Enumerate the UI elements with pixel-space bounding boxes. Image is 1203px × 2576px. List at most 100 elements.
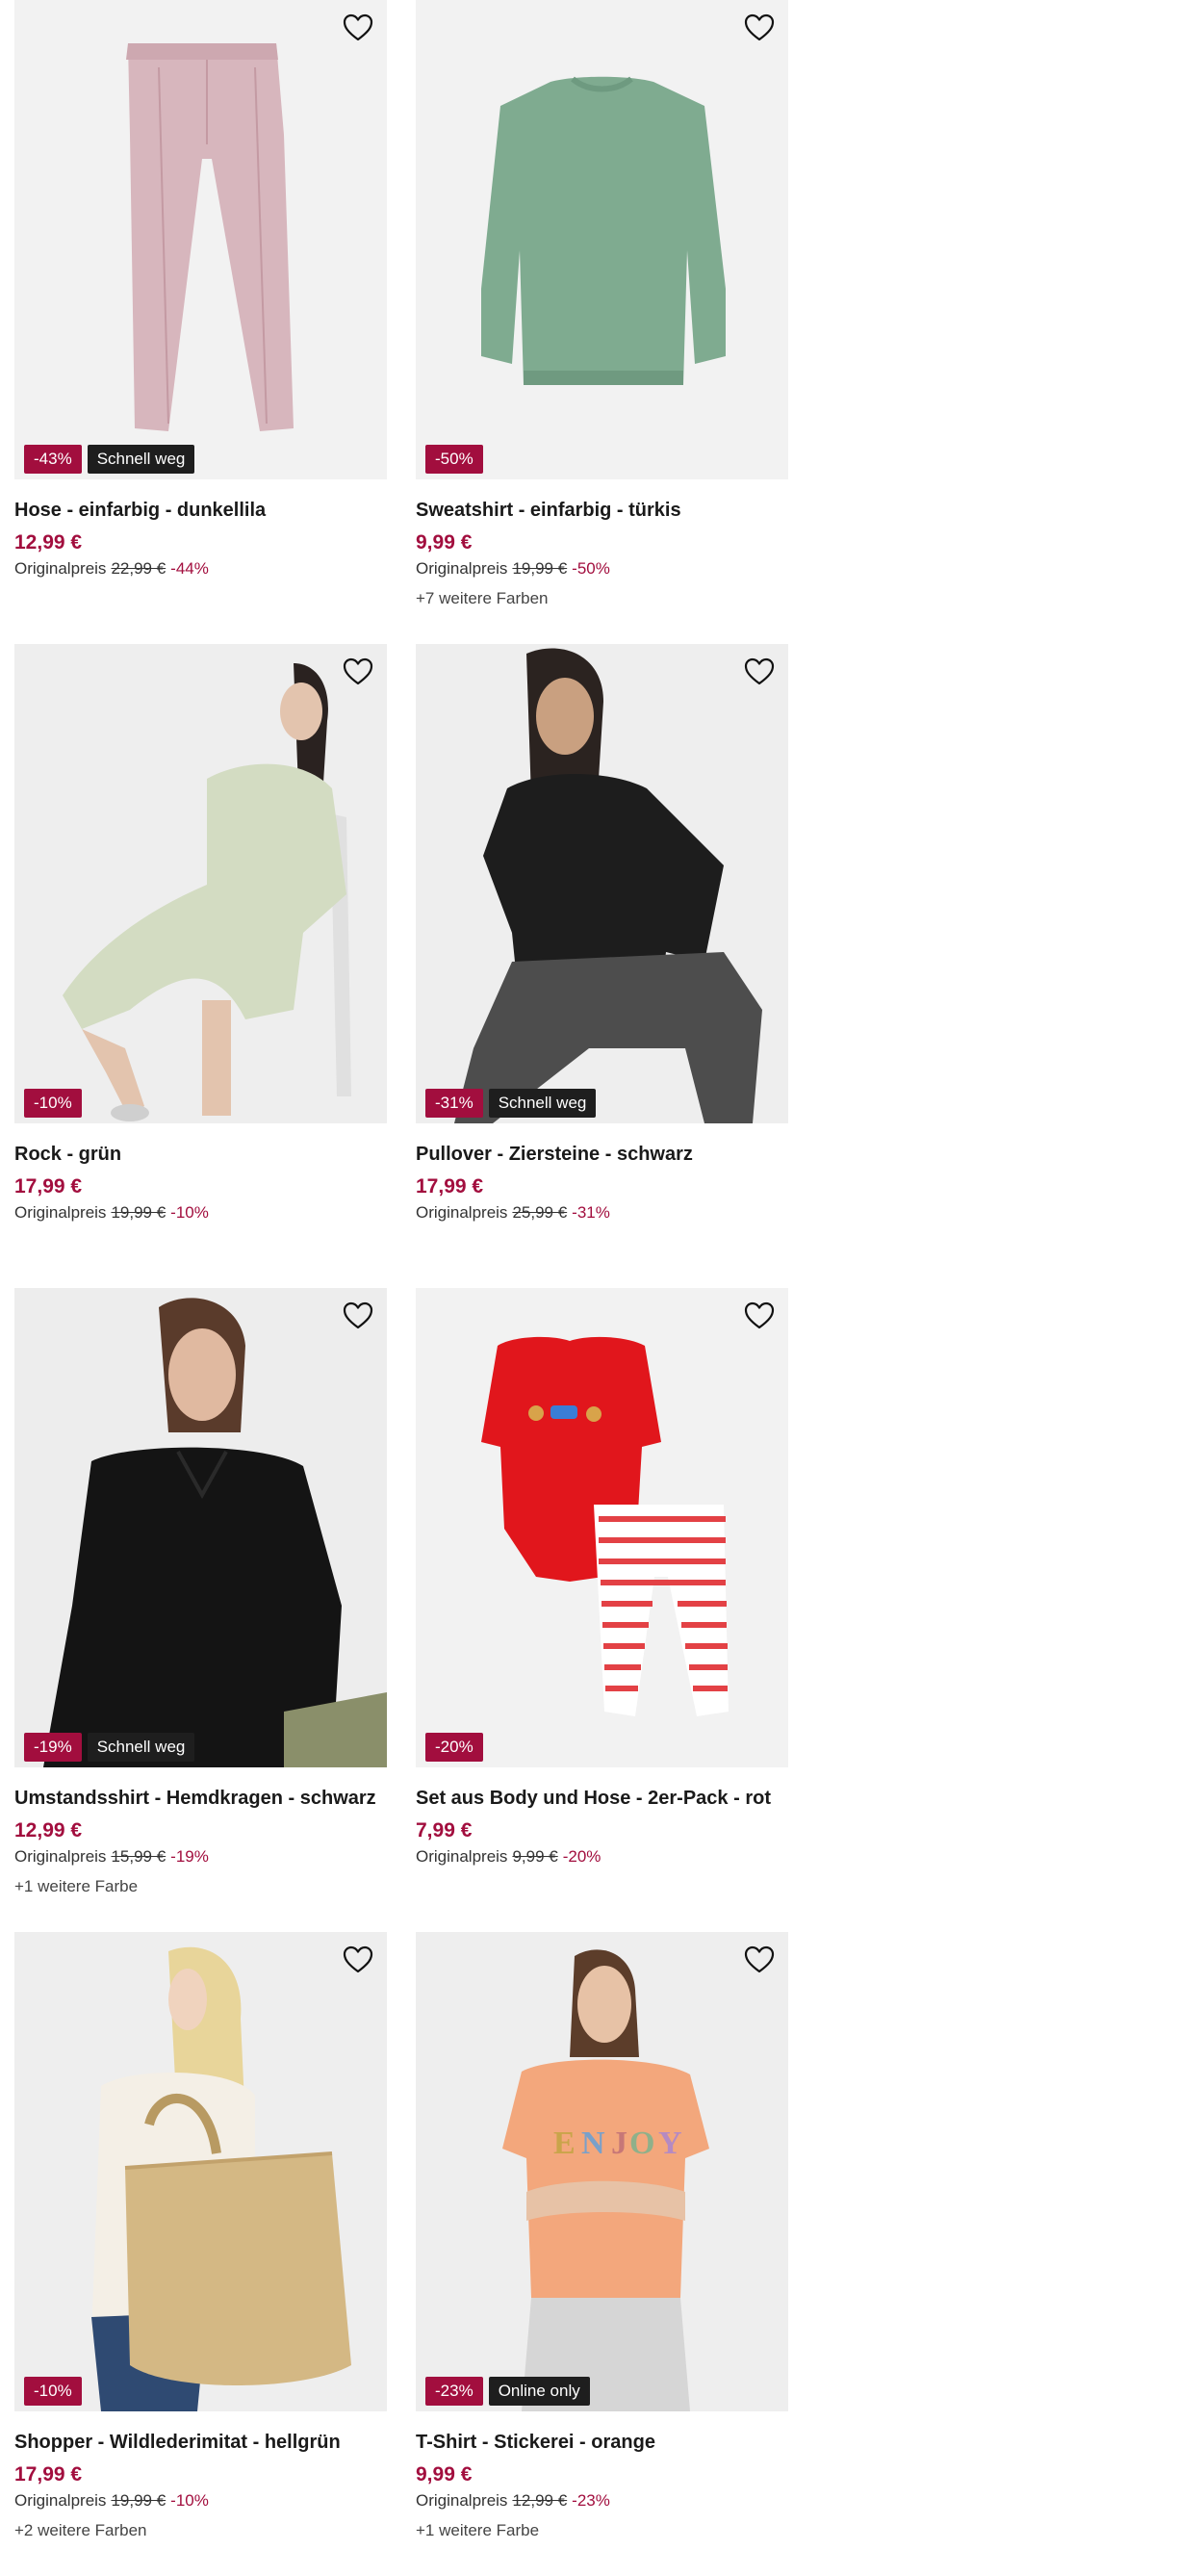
more-colors-link[interactable]: +1 weitere Farbe [14, 1876, 387, 1897]
product-price: 7,99 € [416, 1819, 473, 1842]
product-image[interactable]: -19% Schnell weg [14, 1288, 387, 1767]
savings-percent: -10% [170, 1203, 209, 1222]
original-price-label: Originalpreis [416, 2491, 508, 2510]
status-badge: Online only [488, 2377, 590, 2406]
product-name[interactable]: Umstandsshirt - Hemdkragen - schwarz [14, 1786, 387, 1811]
product-price: 17,99 € [416, 1175, 484, 1198]
product-price: 12,99 € [14, 531, 83, 554]
product-card[interactable]: -50% Sweatshirt - einfarbig - türkis 9,9… [416, 0, 788, 644]
original-price: 25,99 € [512, 1203, 568, 1222]
badge-row: -50% [425, 445, 483, 474]
discount-badge: -10% [24, 1089, 82, 1118]
model-shopper-bag-image [14, 1932, 387, 2411]
original-price-label: Originalpreis [14, 2491, 107, 2510]
discount-badge: -43% [24, 445, 82, 474]
red-baby-set-image [416, 1288, 788, 1767]
product-card[interactable]: -31% Schnell weg Pullover - Ziersteine -… [416, 644, 788, 1288]
product-name[interactable]: Shopper - Wildlederimitat - hellgrün [14, 2430, 387, 2455]
svg-text:N: N [581, 2125, 605, 2161]
savings-percent: -23% [572, 2491, 610, 2510]
product-price: 17,99 € [14, 1175, 83, 1198]
product-price: 17,99 € [14, 2463, 83, 2486]
product-name[interactable]: T-Shirt - Stickerei - orange [416, 2430, 788, 2455]
discount-badge: -23% [425, 2377, 483, 2406]
status-badge: Schnell weg [87, 1733, 195, 1762]
discount-badge: -19% [24, 1733, 82, 1762]
product-image[interactable]: E N J O Y -23% Online only [416, 1932, 788, 2411]
svg-text:Y: Y [658, 2125, 682, 2161]
product-price: 9,99 € [416, 531, 473, 554]
heart-outline-icon [343, 657, 373, 685]
lilac-pants-image [14, 0, 387, 479]
green-sweatshirt-image [416, 0, 788, 479]
wishlist-button[interactable] [740, 10, 779, 46]
product-price: 9,99 € [416, 2463, 473, 2486]
badge-row: -10% [24, 1089, 82, 1118]
original-price-row: Originalpreis 22,99 € -44% [14, 558, 387, 580]
product-name[interactable]: Sweatshirt - einfarbig - türkis [416, 498, 788, 523]
heart-outline-icon [744, 13, 775, 41]
product-image[interactable]: -31% Schnell weg [416, 644, 788, 1123]
model-black-pullover-image [416, 644, 788, 1123]
original-price-row: Originalpreis 19,99 € -10% [14, 2490, 387, 2512]
more-colors-link[interactable]: +7 weitere Farben [416, 588, 788, 609]
product-image[interactable]: -10% [14, 1932, 387, 2411]
original-price: 12,99 € [512, 2491, 568, 2510]
more-colors-link[interactable]: +1 weitere Farbe [416, 2520, 788, 2541]
original-price-row: Originalpreis 9,99 € -20% [416, 1846, 788, 1868]
product-name[interactable]: Rock - grün [14, 1142, 387, 1167]
product-image[interactable]: -20% [416, 1288, 788, 1767]
heart-outline-icon [744, 1301, 775, 1329]
wishlist-button[interactable] [339, 1942, 377, 1978]
original-price-row: Originalpreis 19,99 € -10% [14, 1202, 387, 1224]
product-card[interactable]: -10% Rock - grün 17,99 € Originalpreis 19… [14, 644, 387, 1288]
product-name[interactable]: Hose - einfarbig - dunkellila [14, 498, 387, 523]
original-price-label: Originalpreis [14, 1203, 107, 1222]
product-image[interactable]: -43% Schnell weg [14, 0, 387, 479]
original-price-label: Originalpreis [416, 559, 508, 578]
status-badge: Schnell weg [87, 445, 195, 474]
wishlist-button[interactable] [740, 1942, 779, 1978]
heart-outline-icon [744, 657, 775, 685]
discount-badge: -10% [24, 2377, 82, 2406]
original-price-label: Originalpreis [416, 1203, 508, 1222]
savings-percent: -44% [170, 559, 209, 578]
product-card[interactable]: -43% Schnell weg Hose - einfarbig - dunk… [14, 0, 387, 644]
wishlist-button[interactable] [339, 1298, 377, 1334]
product-card[interactable]: -19% Schnell weg Umstandsshirt - Hemdkra… [14, 1288, 387, 1932]
product-grid: -43% Schnell weg Hose - einfarbig - dunk… [14, 0, 788, 2576]
wishlist-button[interactable] [339, 10, 377, 46]
badge-row: -10% [24, 2377, 82, 2406]
discount-badge: -20% [425, 1733, 483, 1762]
original-price: 19,99 € [512, 559, 568, 578]
product-image[interactable]: -10% [14, 644, 387, 1123]
original-price: 15,99 € [111, 1847, 166, 1866]
more-colors-link[interactable]: +2 weitere Farben [14, 2520, 387, 2541]
original-price-row: Originalpreis 25,99 € -31% [416, 1202, 788, 1224]
product-card[interactable]: E N J O Y -23% Online only T-Shirt - Sti… [416, 1932, 788, 2576]
product-price: 12,99 € [14, 1819, 83, 1842]
badge-row: -43% Schnell weg [24, 445, 195, 474]
savings-percent: -20% [562, 1847, 602, 1866]
savings-percent: -50% [572, 559, 610, 578]
original-price-row: Originalpreis 15,99 € -19% [14, 1846, 387, 1868]
product-card[interactable]: -10% Shopper - Wildlederimitat - hellgrü… [14, 1932, 387, 2576]
wishlist-button[interactable] [339, 654, 377, 690]
wishlist-button[interactable] [740, 654, 779, 690]
savings-percent: -19% [170, 1847, 209, 1866]
savings-percent: -10% [170, 2491, 209, 2510]
product-name[interactable]: Pullover - Ziersteine - schwarz [416, 1142, 788, 1167]
savings-percent: -31% [572, 1203, 610, 1222]
badge-row: -31% Schnell weg [425, 1089, 597, 1118]
discount-badge: -50% [425, 445, 483, 474]
wishlist-button[interactable] [740, 1298, 779, 1334]
original-price-label: Originalpreis [14, 559, 107, 578]
original-price: 9,99 € [512, 1847, 558, 1866]
model-green-knit-image [14, 644, 387, 1123]
heart-outline-icon [343, 1301, 373, 1329]
badge-row: -19% Schnell weg [24, 1733, 195, 1762]
product-card[interactable]: -20% Set aus Body und Hose - 2er-Pack - … [416, 1288, 788, 1932]
product-image[interactable]: -50% [416, 0, 788, 479]
original-price: 22,99 € [111, 559, 166, 578]
product-name[interactable]: Set aus Body und Hose - 2er-Pack - rot [416, 1786, 788, 1811]
